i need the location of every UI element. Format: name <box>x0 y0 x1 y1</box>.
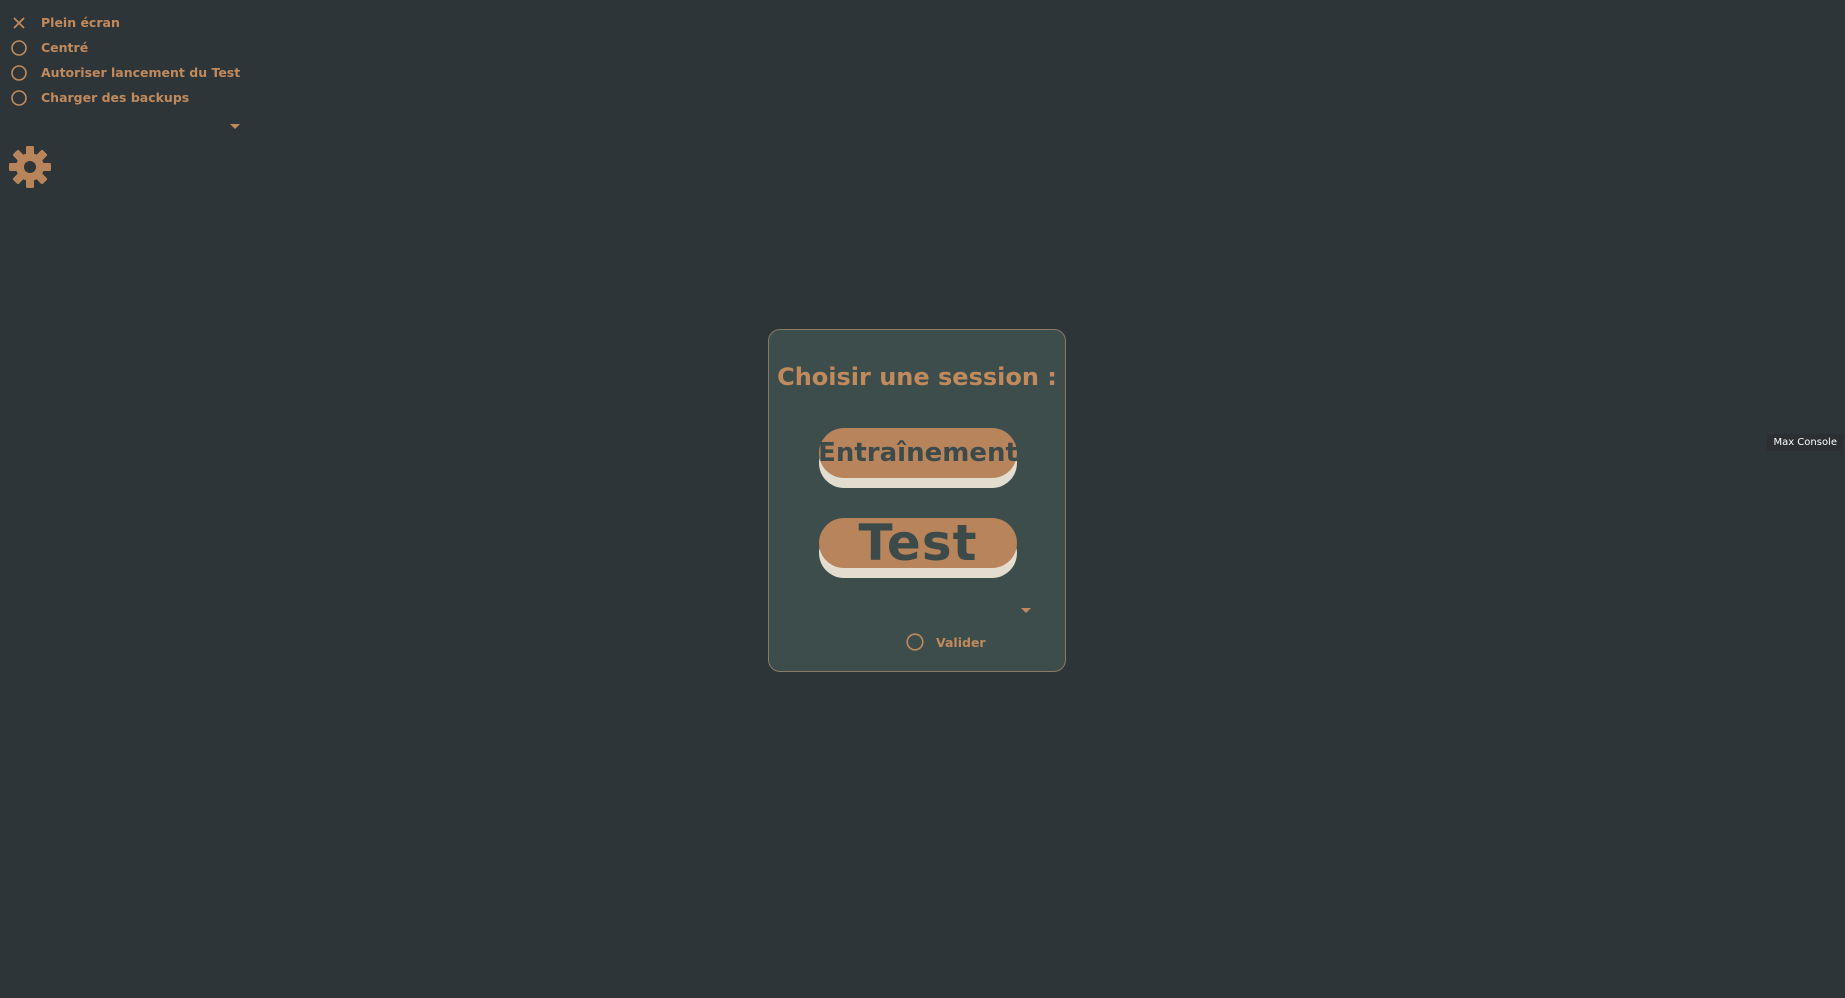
toggle-load-backups[interactable]: Charger des backups <box>10 85 245 110</box>
settings-dropdown-chevron-icon[interactable] <box>230 124 240 129</box>
training-button[interactable]: Entraînement <box>818 428 1018 488</box>
toggle-fullscreen[interactable]: Plein écran <box>10 10 245 35</box>
test-button-label: Test <box>819 514 1017 572</box>
validate-toggle[interactable]: Valider <box>906 633 986 651</box>
gear-icon[interactable] <box>8 145 52 189</box>
toggle-centered[interactable]: Centré <box>10 35 245 60</box>
toggle-load-backups-label: Charger des backups <box>41 90 190 105</box>
training-button-label: Entraînement <box>818 428 1018 478</box>
session-dialog: Choisir une session : Entraînement Test … <box>768 329 1066 672</box>
circle-icon <box>906 633 924 651</box>
close-icon <box>10 14 28 32</box>
validate-label: Valider <box>936 634 986 650</box>
toggle-allow-test-label: Autoriser lancement du Test <box>41 65 241 80</box>
settings-toggles: Plein écran Centré Autoriser lancement d… <box>10 10 245 110</box>
test-button[interactable]: Test <box>819 514 1017 578</box>
circle-icon <box>10 89 28 107</box>
toggle-centered-label: Centré <box>41 40 89 55</box>
session-dialog-title: Choisir une session : <box>777 363 1057 391</box>
toggle-fullscreen-label: Plein écran <box>41 15 120 30</box>
toggle-allow-test[interactable]: Autoriser lancement du Test <box>10 60 245 85</box>
session-dropdown-chevron-icon[interactable] <box>1021 608 1031 613</box>
max-console-tag[interactable]: Max Console <box>1767 434 1843 451</box>
circle-icon <box>10 64 28 82</box>
circle-icon <box>10 39 28 57</box>
app-root: Plein écran Centré Autoriser lancement d… <box>0 0 1845 998</box>
